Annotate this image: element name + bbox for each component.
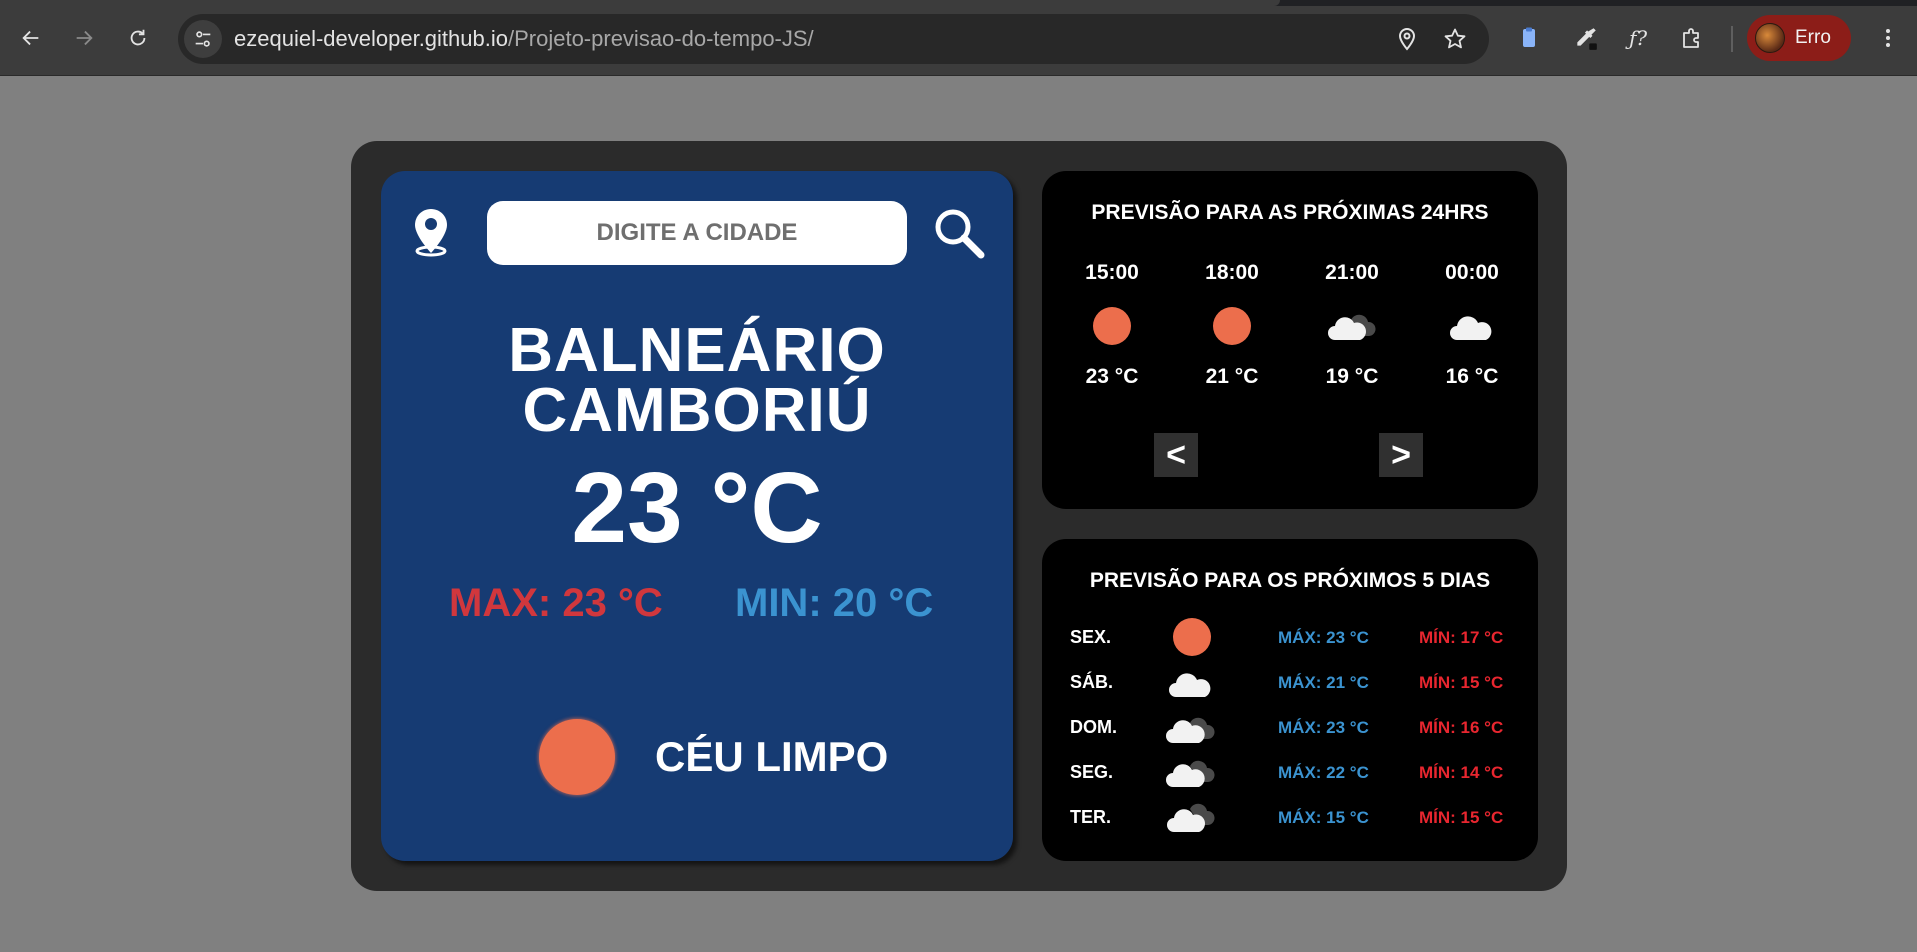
current-temperature: 23 °C [571,452,823,564]
hour-temperature: 19 °C [1325,365,1379,388]
sun-icon [1173,618,1211,656]
sun-icon [1213,307,1251,345]
avatar [1755,23,1785,53]
city-search-input[interactable] [487,201,907,265]
day-max-temperature: MÁX: 23 °C [1278,718,1369,737]
hour-temperature: 21 °C [1205,365,1259,388]
location-icon[interactable] [1394,26,1420,52]
cloud-with-dark-cloud-icon [1328,314,1376,340]
bookmark-star-icon[interactable] [1442,26,1468,52]
daily-forecast-title: PREVISÃO PARA OS PRÓXIMOS 5 DIAS [1089,569,1491,592]
max-temperature: MAX: 23 °C [449,581,663,625]
url-path: /Projeto-previsao-do-tempo-JS/ [507,26,814,51]
daily-row: SÁB. MÁX: 21 °C MÍN: 15 °C [1042,664,1538,700]
address-bar[interactable]: ezequiel-developer.github.io/Projeto-pre… [178,14,1489,64]
kebab-menu-icon [1886,29,1890,47]
profile-label: Erro [1795,27,1831,48]
city-name-line2: CAMBORIÚ [522,376,872,445]
day-name: SEX. [1070,627,1112,647]
hour-time: 00:00 [1445,261,1499,284]
day-name: DOM. [1070,717,1117,737]
forward-button[interactable] [66,20,102,56]
hourly-item: 18:00 21 °C [1182,261,1282,389]
sun-icon [539,719,615,795]
day-name: SEG. [1070,762,1114,782]
hour-time: 18:00 [1205,261,1259,284]
toolbar-divider [1731,26,1733,52]
hourly-item: 15:00 23 °C [1062,261,1162,389]
daily-row: SEX. MÁX: 23 °C MÍN: 17 °C [1042,618,1538,656]
day-max-temperature: MÁX: 21 °C [1278,673,1369,692]
hourly-next-button[interactable]: > [1379,433,1423,477]
current-weather-card: BALNEÁRIO CAMBORIÚ 23 °C MAX: 23 °C MIN:… [381,171,1013,861]
hour-time: 21:00 [1325,261,1379,284]
condition-label: CÉU LIMPO [655,733,889,780]
sun-icon [1093,307,1131,345]
daily-row: SEG. MÁX: 22 °C MÍN: 14 °C [1042,754,1538,790]
browser-toolbar: ezequiel-developer.github.io/Projeto-pre… [0,0,1917,76]
city-name-line1: BALNEÁRIO [508,316,886,385]
day-max-temperature: MÁX: 15 °C [1278,808,1369,827]
hourly-prev-button[interactable]: < [1154,433,1198,477]
back-button[interactable] [13,20,49,56]
hourly-forecast-title: PREVISÃO PARA AS PRÓXIMAS 24HRS [1091,201,1489,224]
min-temperature: MIN: 20 °C [735,581,934,625]
hour-temperature: 23 °C [1085,365,1139,388]
search-icon[interactable] [931,205,987,261]
day-name: SÁB. [1070,672,1114,692]
hourly-item: 00:00 16 °C [1422,261,1522,389]
arrow-left-icon [22,30,39,46]
site-info-button[interactable] [184,20,222,58]
day-min-temperature: MÍN: 16 °C [1419,718,1504,737]
daily-row: DOM. MÁX: 23 °C MÍN: 16 °C [1042,709,1538,745]
cloud-with-dark-cloud-icon [1167,803,1215,832]
day-min-temperature: MÍN: 15 °C [1419,808,1504,827]
tune-icon [195,31,211,47]
day-min-temperature: MÍN: 17 °C [1419,628,1504,647]
browser-menu-button[interactable] [1870,20,1906,56]
url-text[interactable]: ezequiel-developer.github.io/Projeto-pre… [234,14,814,64]
hourly-forecast-panel: PREVISÃO PARA AS PRÓXIMAS 24HRS 15:00 23… [1042,171,1538,509]
clipboard-extension-icon[interactable] [1511,20,1547,56]
hour-temperature: 16 °C [1445,365,1499,388]
arrow-right-icon [76,30,93,46]
cloud-icon [1169,673,1211,697]
map-pin-icon[interactable] [411,207,451,257]
tab-strip [0,0,1917,6]
day-max-temperature: MÁX: 22 °C [1278,763,1369,782]
day-max-temperature: MÁX: 23 °C [1278,628,1369,647]
reload-icon [130,29,146,46]
hourly-item: 21:00 19 °C [1302,261,1402,389]
weather-app: BALNEÁRIO CAMBORIÚ 23 °C MAX: 23 °C MIN:… [351,141,1567,891]
clouds-icon [1166,760,1215,787]
day-name: TER. [1070,807,1112,827]
day-min-temperature: MÍN: 15 °C [1419,673,1504,692]
clouds-icon [1166,717,1215,743]
daily-forecast-panel: PREVISÃO PARA OS PRÓXIMOS 5 DIAS SEX. MÁ… [1042,539,1538,861]
formula-extension-icon[interactable]: ƒ? [1620,20,1656,56]
active-tab[interactable] [0,0,1280,6]
city-name: BALNEÁRIO CAMBORIÚ [381,316,1013,445]
profile-button[interactable]: Erro [1747,15,1851,61]
extensions-puzzle-icon[interactable] [1674,20,1710,56]
day-min-temperature: MÍN: 14 °C [1419,763,1504,782]
eyedropper-extension-icon[interactable] [1568,20,1604,56]
hour-time: 15:00 [1085,261,1139,284]
daily-row: TER. MÁX: 15 °C MÍN: 15 °C [1042,799,1538,835]
reload-button[interactable] [120,20,156,56]
url-host: ezequiel-developer.github.io [234,26,508,51]
cloud-icon [1450,316,1492,340]
